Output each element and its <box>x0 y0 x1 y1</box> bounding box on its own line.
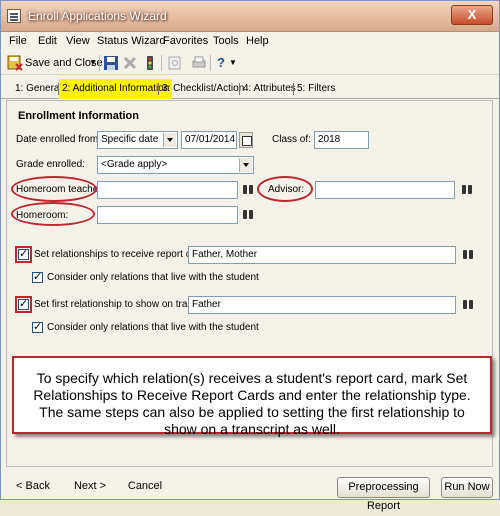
date-mode-select[interactable]: Specific date <box>97 131 178 149</box>
tab-attributes[interactable]: 4: Attributes <box>240 81 299 99</box>
back-button[interactable]: < Back <box>12 477 54 498</box>
class-of-label: Class of: <box>272 134 311 145</box>
chevron-down-icon <box>239 158 252 172</box>
save-close-icon <box>7 55 23 71</box>
menu-view[interactable]: View <box>66 35 90 47</box>
grade-value: <Grade apply> <box>101 159 168 170</box>
menu-help[interactable]: Help <box>246 35 269 47</box>
annotation-box <box>15 296 32 313</box>
preprocessing-report-button[interactable]: Preprocessing Report <box>337 477 430 512</box>
binoculars-icon[interactable] <box>242 207 254 221</box>
report-cards-input[interactable]: Father, Mother <box>188 246 456 264</box>
menu-file[interactable]: File <box>9 35 27 47</box>
report-cards-live-label: Consider only relations that live with t… <box>47 272 259 283</box>
annotation-circle <box>11 176 97 202</box>
report-cards-live-checkbox[interactable] <box>32 270 43 283</box>
report-cards-label: Set relationships to receive report card… <box>34 249 211 260</box>
run-now-button[interactable]: Run Now <box>441 477 493 498</box>
close-button[interactable]: X <box>451 5 493 25</box>
binoculars-icon[interactable] <box>462 297 474 311</box>
transcript-live-checkbox[interactable] <box>32 320 43 333</box>
app-icon <box>7 9 21 23</box>
date-enrolled-label: Date enrolled from: <box>16 134 102 145</box>
save-icon[interactable] <box>103 55 119 71</box>
menu-status-wizard[interactable]: Status Wizard <box>97 35 165 47</box>
transcript-input[interactable]: Father <box>188 296 456 314</box>
window-title: Enroll Applications Wizard <box>28 9 167 23</box>
class-of-input[interactable]: 2018 <box>314 131 369 149</box>
title-bar: Enroll Applications Wizard X <box>1 1 499 32</box>
date-mode-value: Specific date <box>101 134 159 145</box>
menu-bar: File Edit View Status Wizard Favorites T… <box>1 32 499 51</box>
annotation-circle <box>11 202 95 226</box>
delete-icon[interactable] <box>122 55 138 71</box>
tab-checklist-action[interactable]: 3: Checklist/Action <box>159 81 247 99</box>
binoculars-icon[interactable] <box>462 247 474 261</box>
toolbar-separator <box>161 55 162 71</box>
help-dropdown-icon[interactable]: ▼ <box>229 54 237 72</box>
tab-general[interactable]: 1: General <box>12 81 65 99</box>
help-icon[interactable]: ? <box>217 54 225 72</box>
calendar-icon[interactable] <box>239 132 253 148</box>
homeroom-input[interactable] <box>97 206 238 224</box>
traffic-light-icon[interactable] <box>142 55 158 71</box>
binoculars-icon[interactable] <box>461 182 473 196</box>
chevron-down-icon <box>163 133 176 147</box>
wizard-window: Enroll Applications Wizard X File Edit V… <box>0 0 500 512</box>
preview-icon[interactable] <box>167 55 183 71</box>
annotation-box <box>15 246 32 263</box>
tab-filters[interactable]: 5: Filters <box>294 81 338 99</box>
advisor-input[interactable] <box>315 181 455 199</box>
print-icon[interactable] <box>191 55 207 71</box>
save-close-dropdown-icon[interactable]: ▼ <box>89 54 97 72</box>
instruction-callout: To specify which relation(s) receives a … <box>12 356 492 437</box>
toolbar-separator <box>99 55 100 71</box>
section-title: Enrollment Information <box>18 110 139 122</box>
grade-enrolled-label: Grade enrolled: <box>16 159 85 170</box>
tab-strip: 1: General 2: Additional Information 3: … <box>1 77 499 99</box>
homeroom-teacher-input[interactable] <box>97 181 238 199</box>
tab-additional-information[interactable]: 2: Additional Information <box>59 79 173 99</box>
grade-select[interactable]: <Grade apply> <box>97 156 254 174</box>
toolbar: Save and Close ▼ ? ▼ <box>1 51 499 75</box>
wizard-button-bar: < Back Next > Cancel Preprocessing Repor… <box>1 471 499 512</box>
date-input[interactable]: 07/01/2014 <box>181 131 237 149</box>
transcript-live-label: Consider only relations that live with t… <box>47 322 259 333</box>
cancel-button[interactable]: Cancel <box>125 477 165 498</box>
toolbar-separator <box>210 55 211 71</box>
annotation-circle <box>257 176 313 202</box>
binoculars-icon[interactable] <box>242 182 254 196</box>
callout-text: To specify which relation(s) receives a … <box>33 370 471 437</box>
menu-tools[interactable]: Tools <box>213 35 239 47</box>
menu-favorites[interactable]: Favorites <box>163 35 208 47</box>
next-button[interactable]: Next > <box>71 477 109 498</box>
menu-edit[interactable]: Edit <box>38 35 57 47</box>
